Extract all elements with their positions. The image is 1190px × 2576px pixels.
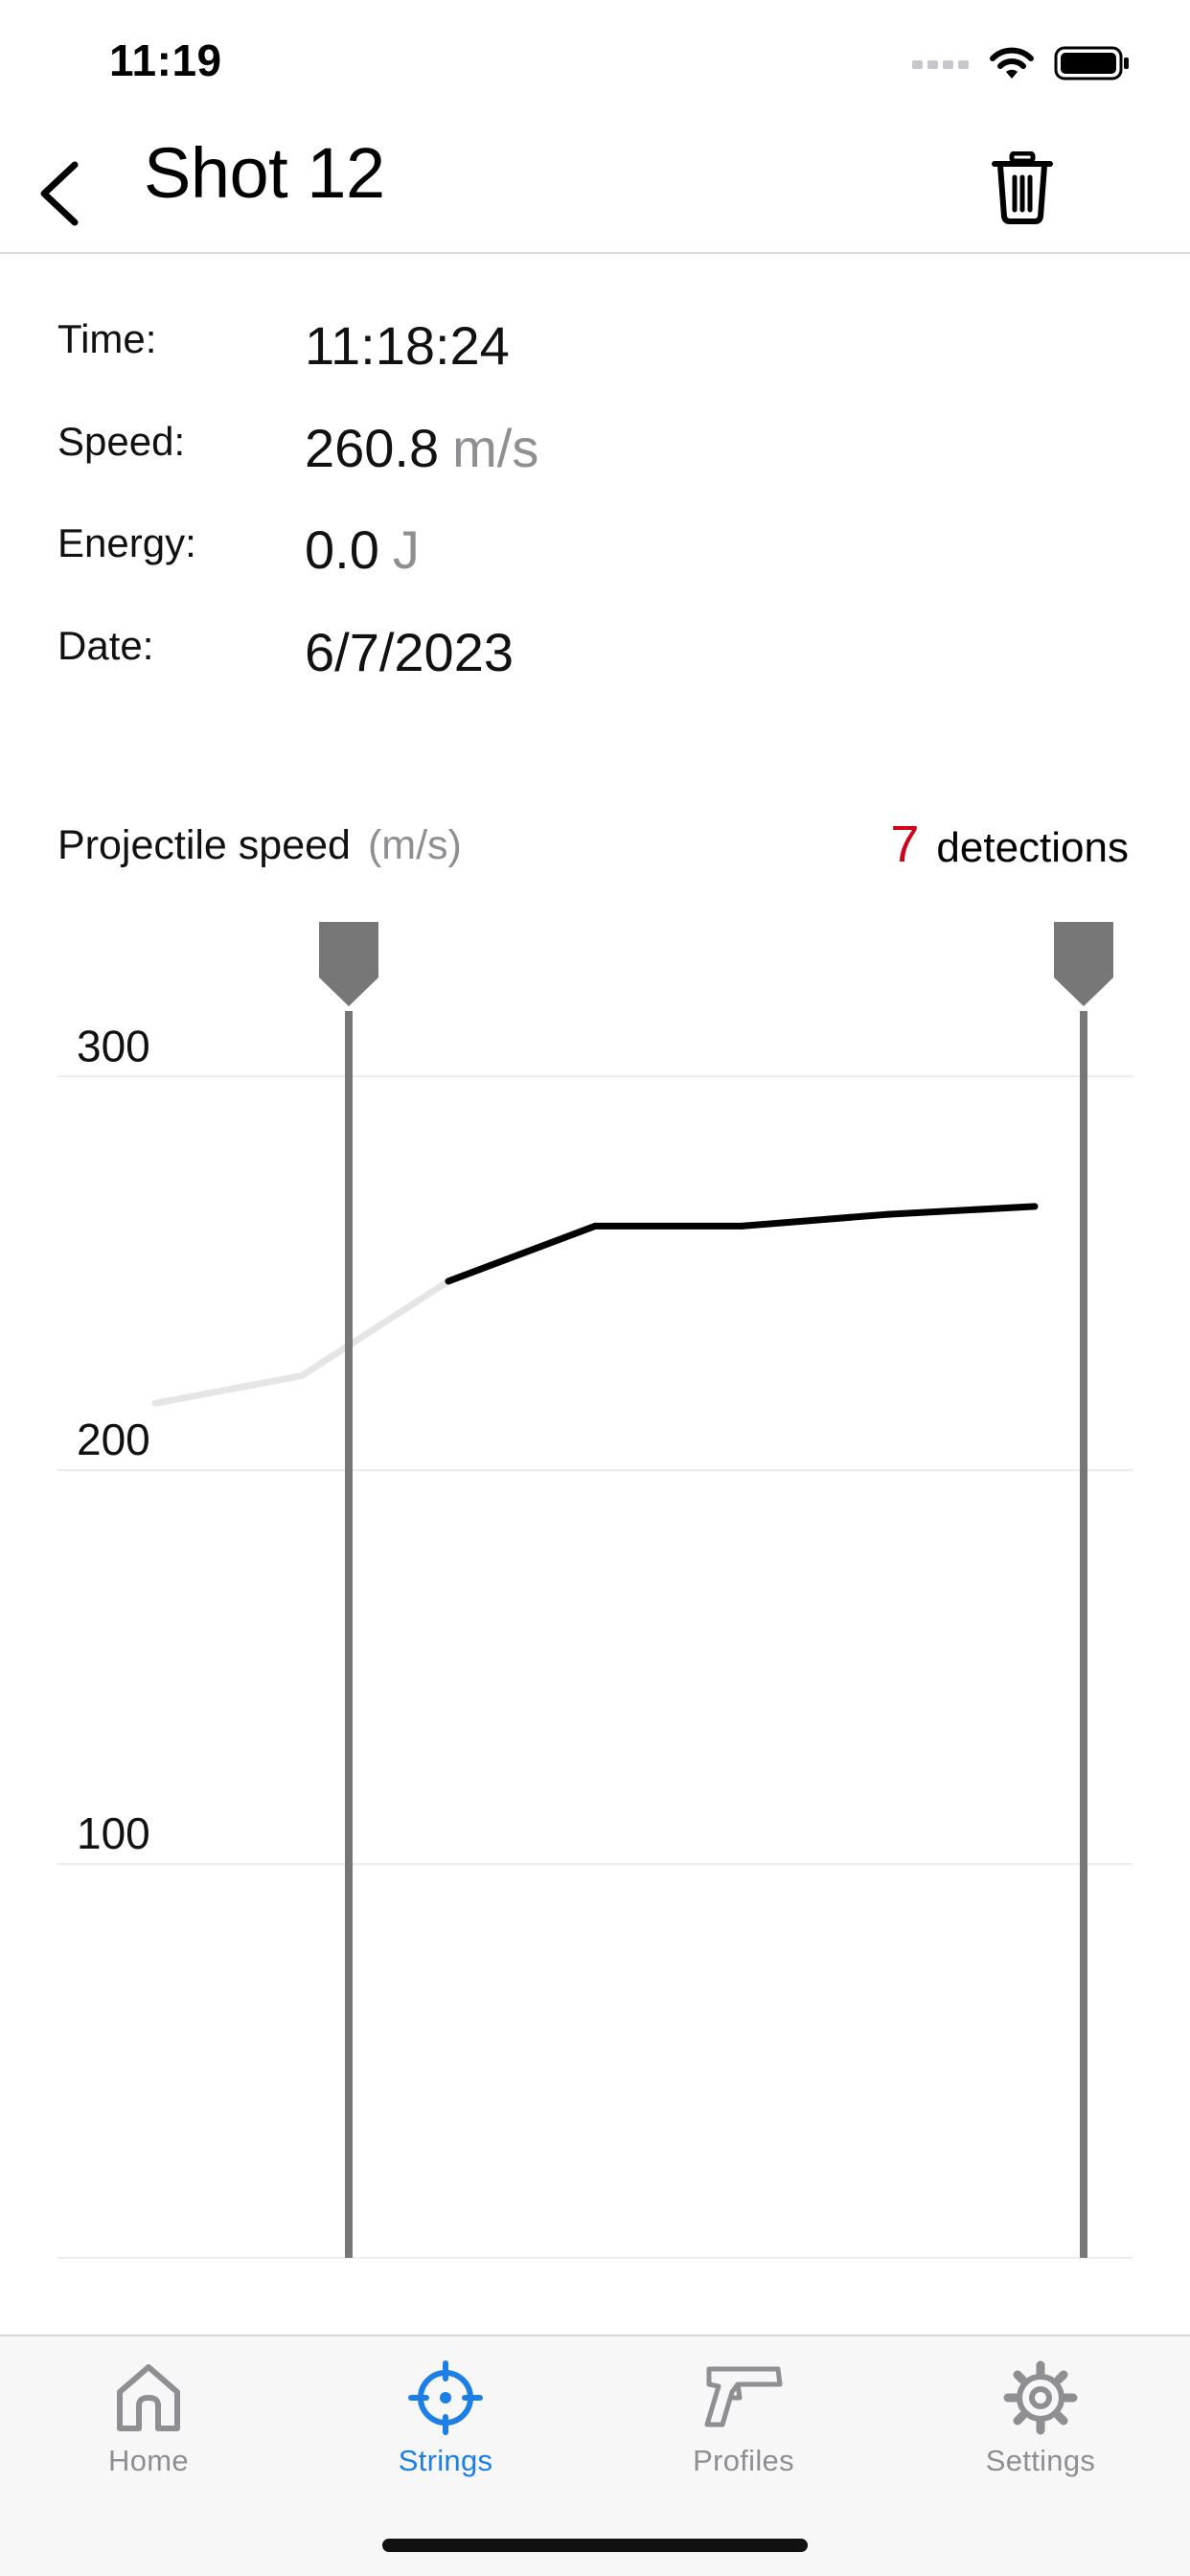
tab-strings[interactable]: Strings [302,2359,589,2478]
time-value: 11:18:24 [305,315,510,376]
energy-unit: J [392,519,420,580]
trash-icon [992,150,1053,224]
tab-home-label: Home [108,2444,189,2477]
y-tick-label: 200 [77,1414,150,1464]
tab-strings-label: Strings [398,2444,493,2477]
date-value: 6/7/2023 [305,622,514,682]
marker-handle [319,922,378,1006]
status-time: 11:19 [109,35,222,85]
chart-unit: (m/s) [367,822,462,868]
wifi-icon [990,47,1034,79]
energy-value: 0.0 J [305,519,420,580]
grid-lines [57,1075,1133,2259]
speed-unit: m/s [452,418,539,478]
speed-chart[interactable]: 100 200 300 [0,910,1190,2271]
detection-number: 7 [890,816,920,873]
speed-segment-selected [738,1210,892,1230]
range-end-marker[interactable] [1054,922,1113,2258]
tab-home[interactable]: Home [5,2359,292,2478]
date-label: Date: [57,623,154,668]
speed-label: Speed: [57,419,186,464]
nav-divider [0,252,1190,254]
chevron-left-icon [40,161,79,226]
home-icon [117,2364,180,2431]
detections-count: 7 detections [890,816,1129,873]
gear-icon [1003,2360,1078,2435]
status-icons [912,44,1131,82]
speed-segment-selected [884,1203,1039,1218]
y-tick-label: 100 [77,1808,150,1858]
range-start-marker[interactable] [319,922,378,2258]
home-indicator [382,2539,808,2552]
back-button[interactable] [33,153,90,230]
cellular-signal-icon [912,60,969,69]
range-markers [319,922,1113,2258]
tab-profiles[interactable]: Profiles [600,2359,887,2478]
speed-segment-excluded [151,1372,306,1407]
speed-segment-selected [445,1222,599,1285]
y-tick-labels: 100 200 300 [77,1021,150,1858]
tab-settings-label: Settings [985,2444,1096,2477]
speed-segment-excluded [298,1277,452,1380]
pistol-icon [704,2366,783,2427]
energy-label: Energy: [57,520,196,565]
y-tick-label: 300 [77,1021,150,1070]
marker-handle [1054,922,1113,1006]
tab-profiles-label: Profiles [693,2444,794,2477]
crosshair-icon [408,2360,483,2435]
speed-value: 260.8 m/s [305,418,539,478]
chart-title: Projectile speed (m/s) [57,822,462,868]
page-title: Shot 12 [144,133,385,213]
speed-line [151,1203,1039,1407]
tab-settings[interactable]: Settings [897,2359,1184,2478]
delete-shot-button[interactable] [991,150,1054,224]
time-label: Time: [57,316,157,361]
battery-icon [1054,46,1129,80]
